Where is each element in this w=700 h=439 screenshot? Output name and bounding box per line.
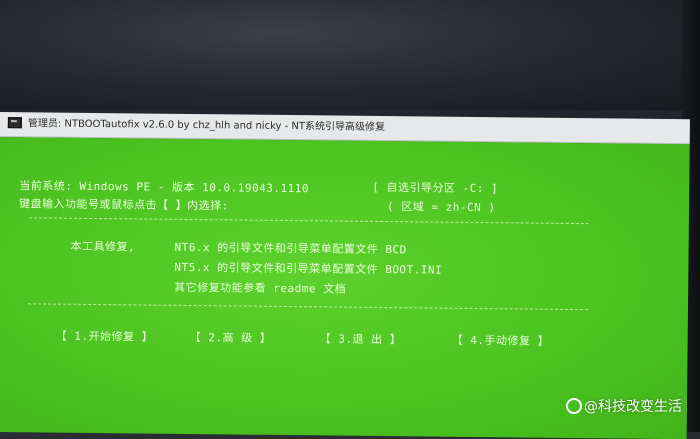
manual-repair-button[interactable]: 【 4.手动修复 】 [452, 332, 550, 349]
repair-label: 本工具修复, [70, 239, 136, 254]
watermark-text: @科技改变生活 [584, 399, 682, 415]
console-app-icon [7, 116, 22, 128]
advanced-button[interactable]: 【 2.高 级 】 [190, 329, 272, 346]
console-window: 管理员: NTBOOTautofix v2.6.0 by chz_hlh and… [0, 112, 690, 439]
input-prompt-text: 键盘输入功能号或鼠标点击【 】内选择: [18, 197, 229, 213]
divider-bottom [27, 303, 588, 311]
start-repair-button[interactable]: 【 1.开始修复 】 [56, 328, 154, 345]
divider-top [28, 217, 589, 225]
boot-partition-option[interactable]: [ 自选引导分区 -C: ] [372, 179, 498, 196]
region-text: ( 区域 = zh-CN ) [386, 200, 496, 215]
console-area: 当前系统: Windows PE - 版本 10.0.19043.1110 [ … [0, 136, 690, 439]
exit-button[interactable]: 【 3.退 出 】 [320, 330, 402, 347]
photo-background [0, 0, 700, 110]
watermark-logo-icon [566, 398, 582, 414]
repair-item-nt5: NT5.x 的引导文件和引导菜单配置文件 BOOT.INI [174, 260, 443, 277]
repair-item-nt6: NT6.x 的引导文件和引导菜单配置文件 BCD [174, 240, 407, 257]
watermark: @科技改变生活 [566, 396, 682, 416]
current-system-text: 当前系统: Windows PE - 版本 10.0.19043.1110 [19, 179, 310, 196]
repair-item-readme: 其它修复功能参看 readme 文档 [174, 280, 347, 296]
window-title: 管理员: NTBOOTautofix v2.6.0 by chz_hlh and… [27, 118, 386, 134]
